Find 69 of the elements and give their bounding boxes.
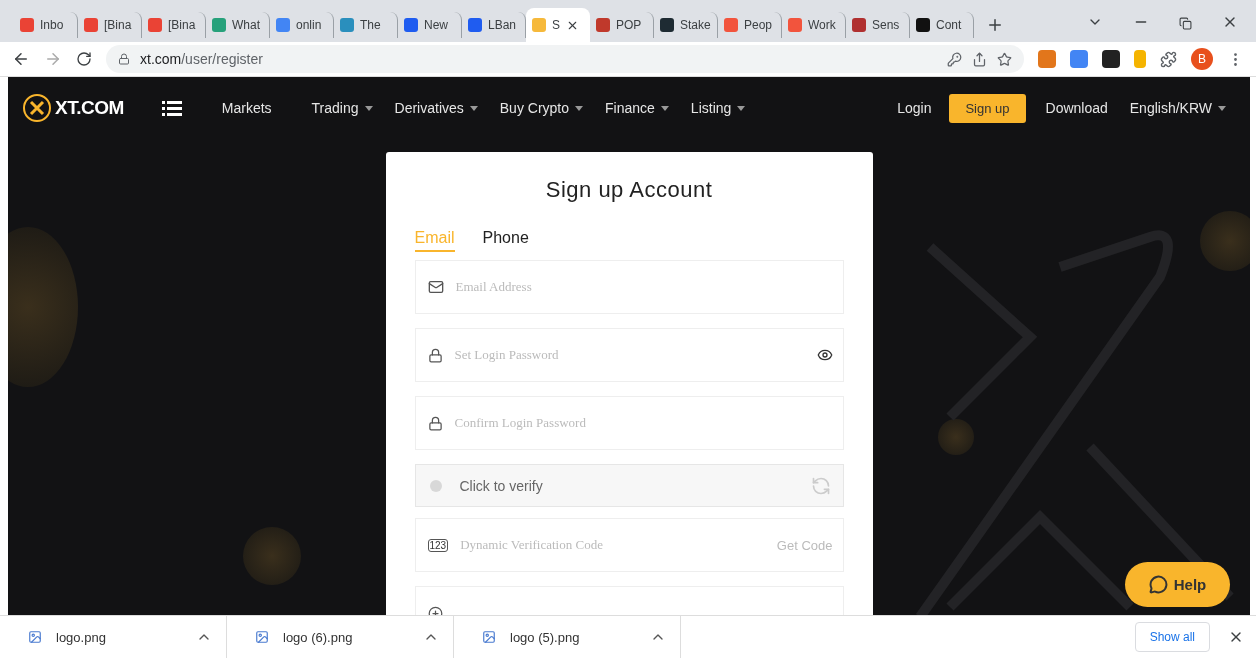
lock-icon bbox=[427, 415, 443, 431]
address-bar[interactable]: xt.com/user/register bbox=[106, 45, 1024, 73]
browser-tab[interactable]: Work bbox=[782, 12, 846, 38]
nav-link[interactable]: Markets bbox=[221, 100, 272, 116]
form-title: Sign up Account bbox=[544, 176, 714, 203]
browser-tab[interactable]: onlin bbox=[270, 12, 334, 38]
sign-up-button[interactable]: Sign up bbox=[949, 93, 1026, 123]
input-field[interactable]: Email Address bbox=[414, 260, 844, 314]
image-file-icon bbox=[482, 630, 496, 644]
download-link[interactable]: Download bbox=[1045, 100, 1108, 116]
image-file-icon bbox=[28, 630, 42, 644]
new-tab-icon[interactable] bbox=[986, 16, 1004, 34]
share-icon[interactable] bbox=[972, 51, 987, 67]
browser-tab[interactable]: POP bbox=[590, 12, 654, 38]
input-field[interactable]: Set Login Password bbox=[414, 328, 844, 382]
nav-link[interactable]: Derivatives bbox=[394, 100, 478, 116]
chat-bubble-icon bbox=[1148, 575, 1168, 594]
browser-tab[interactable]: [Bina bbox=[78, 12, 142, 38]
eye-icon[interactable] bbox=[816, 347, 833, 363]
refresh-icon bbox=[810, 475, 831, 496]
nav-link[interactable]: Finance bbox=[605, 100, 669, 116]
show-all-button[interactable]: Show all bbox=[1134, 622, 1210, 652]
input-field[interactable]: Confirm Login Password bbox=[414, 396, 844, 450]
help-button[interactable]: Help bbox=[1125, 562, 1230, 607]
form-tab[interactable]: Phone bbox=[482, 229, 529, 252]
browser-tab[interactable]: Peop bbox=[718, 12, 782, 38]
star-icon[interactable] bbox=[997, 51, 1012, 67]
nav-link[interactable]: Trading bbox=[311, 100, 373, 116]
browser-tab[interactable]: New bbox=[398, 12, 462, 38]
plus-icon bbox=[427, 605, 443, 615]
text-input[interactable]: Dynamic Verification Code bbox=[458, 536, 767, 554]
language-selector[interactable]: English/KRW bbox=[1129, 100, 1226, 116]
menu-icon[interactable] bbox=[161, 100, 182, 116]
key-icon[interactable] bbox=[947, 51, 962, 67]
input-field[interactable]: 123 Dynamic Verification Code Get Code bbox=[414, 518, 844, 572]
mail-icon bbox=[427, 279, 444, 295]
browser-tab[interactable]: What bbox=[206, 12, 270, 38]
image-file-icon bbox=[255, 630, 269, 644]
lock-icon bbox=[427, 347, 443, 363]
browser-tab[interactable]: Inbo bbox=[14, 12, 78, 38]
download-item[interactable]: logo (6).png bbox=[227, 616, 454, 658]
reload-icon[interactable] bbox=[76, 51, 92, 67]
text-input[interactable]: Confirm Login Password bbox=[452, 414, 833, 432]
caret-icon bbox=[1218, 105, 1226, 111]
decorative-circle bbox=[1200, 211, 1250, 271]
browser-tab[interactable]: Stake bbox=[654, 12, 718, 38]
logo[interactable]: XT.COM bbox=[22, 93, 124, 123]
number-badge-icon: 123 bbox=[427, 538, 449, 552]
login-link[interactable]: Login bbox=[897, 100, 932, 116]
profile-avatar[interactable]: B bbox=[1191, 48, 1213, 70]
browser-tab[interactable]: Cont bbox=[910, 12, 974, 38]
logo-icon bbox=[22, 93, 52, 123]
download-item[interactable]: logo.png bbox=[0, 616, 227, 658]
browser-tab[interactable]: The bbox=[334, 12, 398, 38]
browser-tab[interactable]: Sens bbox=[846, 12, 910, 38]
back-icon[interactable] bbox=[12, 50, 30, 68]
extensions-icon[interactable] bbox=[1160, 50, 1177, 68]
download-item[interactable]: logo (5).png bbox=[454, 616, 681, 658]
restore-icon[interactable] bbox=[1179, 17, 1192, 30]
browser-tab[interactable]: [Bina bbox=[142, 12, 206, 38]
verify-button[interactable]: Click to verify bbox=[414, 464, 844, 507]
decorative-circle bbox=[938, 419, 974, 455]
text-input[interactable]: Set Login Password bbox=[452, 346, 807, 364]
browser-tab[interactable]: S bbox=[526, 8, 590, 42]
text-input[interactable]: Email Address bbox=[453, 278, 833, 296]
nav-link[interactable]: Buy Crypto bbox=[499, 100, 584, 116]
nav-link[interactable]: Listing bbox=[690, 100, 746, 116]
dot-icon bbox=[429, 479, 442, 492]
lock-icon bbox=[118, 53, 130, 65]
